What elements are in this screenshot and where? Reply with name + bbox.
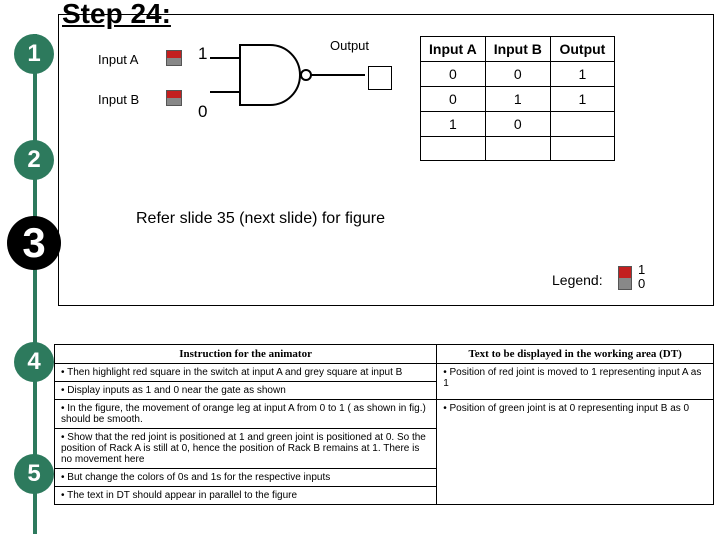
gate-output-box <box>368 66 392 90</box>
nand-gate-icon <box>210 40 370 110</box>
cell <box>550 137 614 161</box>
instr-cell: Display inputs as 1 and 0 near the gate … <box>55 382 437 400</box>
cell <box>485 137 550 161</box>
instr-cell: Then highlight red square in the switch … <box>55 364 437 382</box>
input-b-label: Input B <box>98 92 139 107</box>
switch-b-high-icon <box>167 91 181 98</box>
legend-switch-icon <box>618 266 632 290</box>
switch-input-b[interactable] <box>166 90 182 106</box>
th-dt: Text to be displayed in the working area… <box>437 345 714 364</box>
legend-high: 1 <box>638 262 645 277</box>
th-animator: Instruction for the animator <box>55 345 437 364</box>
switch-b-low-icon <box>167 98 181 105</box>
cell <box>421 137 486 161</box>
dt-cell: Position of green joint is at 0 represen… <box>437 400 714 505</box>
cell <box>550 112 614 137</box>
input-a-label: Input A <box>98 52 138 67</box>
step-3-active: 3 <box>7 216 61 270</box>
cell: 0 <box>485 112 550 137</box>
switch-input-a[interactable] <box>166 50 182 66</box>
legend-label: Legend: <box>552 272 603 288</box>
gate-input-b-value: 0 <box>198 102 207 122</box>
th-output: Output <box>550 37 614 62</box>
main-panel <box>58 14 714 306</box>
step-4: 4 <box>14 342 54 382</box>
cell: 0 <box>421 62 486 87</box>
th-input-b: Input B <box>485 37 550 62</box>
stepper: 1 2 3 4 5 <box>14 34 54 534</box>
instr-cell: In the figure, the movement of orange le… <box>55 400 437 429</box>
instr-cell: The text in DT should appear in parallel… <box>55 487 437 505</box>
cell: 1 <box>550 62 614 87</box>
step-2: 2 <box>14 140 54 180</box>
truth-table: Input A Input B Output 0 0 1 0 1 1 1 0 <box>420 36 615 161</box>
cell: 1 <box>485 87 550 112</box>
cell: 1 <box>421 112 486 137</box>
cell: 0 <box>421 87 486 112</box>
refer-note: Refer slide 35 (next slide) for figure <box>136 210 385 228</box>
switch-a-low-icon <box>167 58 181 65</box>
step-5: 5 <box>14 454 54 494</box>
cell: 1 <box>550 87 614 112</box>
switch-a-high-icon <box>167 51 181 58</box>
gate-input-a-value: 1 <box>198 44 207 64</box>
instr-cell: Show that the red joint is positioned at… <box>55 429 437 469</box>
instruction-table: Instruction for the animator Text to be … <box>54 344 714 505</box>
legend-low: 0 <box>638 276 645 291</box>
dt-cell: Position of red joint is moved to 1 repr… <box>437 364 714 400</box>
th-input-a: Input A <box>421 37 486 62</box>
step-1: 1 <box>14 34 54 74</box>
cell: 0 <box>485 62 550 87</box>
instr-cell: But change the colors of 0s and 1s for t… <box>55 469 437 487</box>
